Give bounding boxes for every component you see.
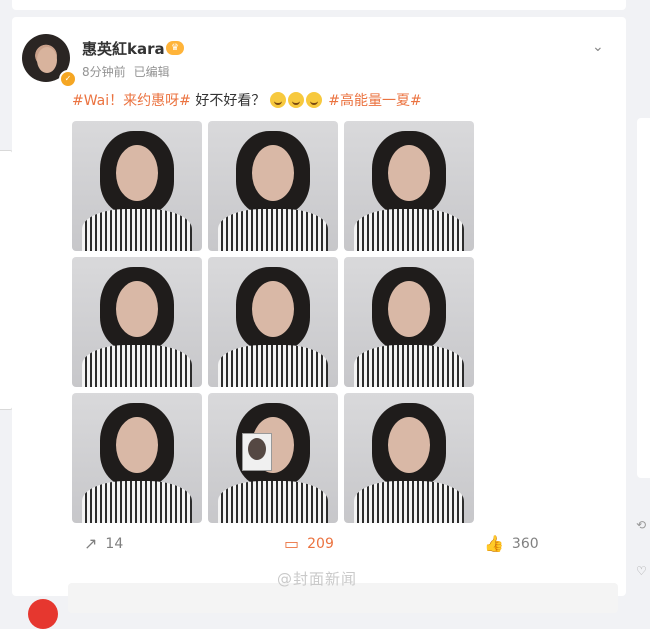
heart-outline-icon[interactable]: ♡ [636,564,647,578]
photo-grid [72,121,474,523]
photo-3[interactable] [344,121,474,251]
smile-emoji-icon [287,92,304,108]
edited-label: 已编辑 [133,65,170,79]
comment-icon: ▭ [284,534,300,553]
previous-card-edge [12,0,626,10]
photo-9[interactable] [344,393,474,523]
verified-badge-icon: ✓ [59,70,77,88]
smile-emoji-icon [305,92,322,108]
post-text: #Wai！来约惠呀# 好不好看？ #高能量一夏# [72,90,422,110]
like-button[interactable]: 👍 360 [484,534,539,553]
polaroid-photo [242,433,272,471]
like-count: 360 [511,535,539,552]
repost-count: 14 [105,535,124,552]
username[interactable]: 惠英紅kara [82,38,165,59]
like-icon: 👍 [484,534,504,553]
watermark: @封面新闻 [277,570,358,588]
hashtag-link[interactable]: #高能量一夏# [328,93,421,109]
photo-1[interactable] [72,121,202,251]
chevron-down-icon[interactable]: ⌄ [592,39,606,55]
smile-emoji-icon [269,92,286,108]
repost-icon: ↗ [84,534,98,553]
weibo-post-card: ✓ 惠英紅kara ♛ 8分钟前 已编辑 ⌄ #Wai！来约惠呀# 好不好看？ #… [12,17,626,629]
photo-6[interactable] [344,257,474,387]
refresh-icon[interactable]: ⟲ [636,518,646,532]
photo-2[interactable] [208,121,338,251]
photo-8[interactable] [208,393,338,523]
comment-count: 209 [307,535,334,552]
post-body: 好不好看？ [190,93,266,109]
vip-crown-icon: ♛ [166,41,184,55]
comment-button[interactable]: ▭ 209 [284,534,334,553]
repost-button[interactable]: ↗ 14 [84,534,123,553]
right-sidebar-edge [637,118,650,478]
photo-5[interactable] [208,257,338,387]
post-meta: 8分钟前 已编辑 [82,63,170,80]
hashtag-link[interactable]: #Wai！来约惠呀# [72,93,191,109]
post-time[interactable]: 8分钟前 [82,65,126,79]
commenter-avatar[interactable] [28,599,58,629]
photo-7[interactable] [72,393,202,523]
photo-4[interactable] [72,257,202,387]
